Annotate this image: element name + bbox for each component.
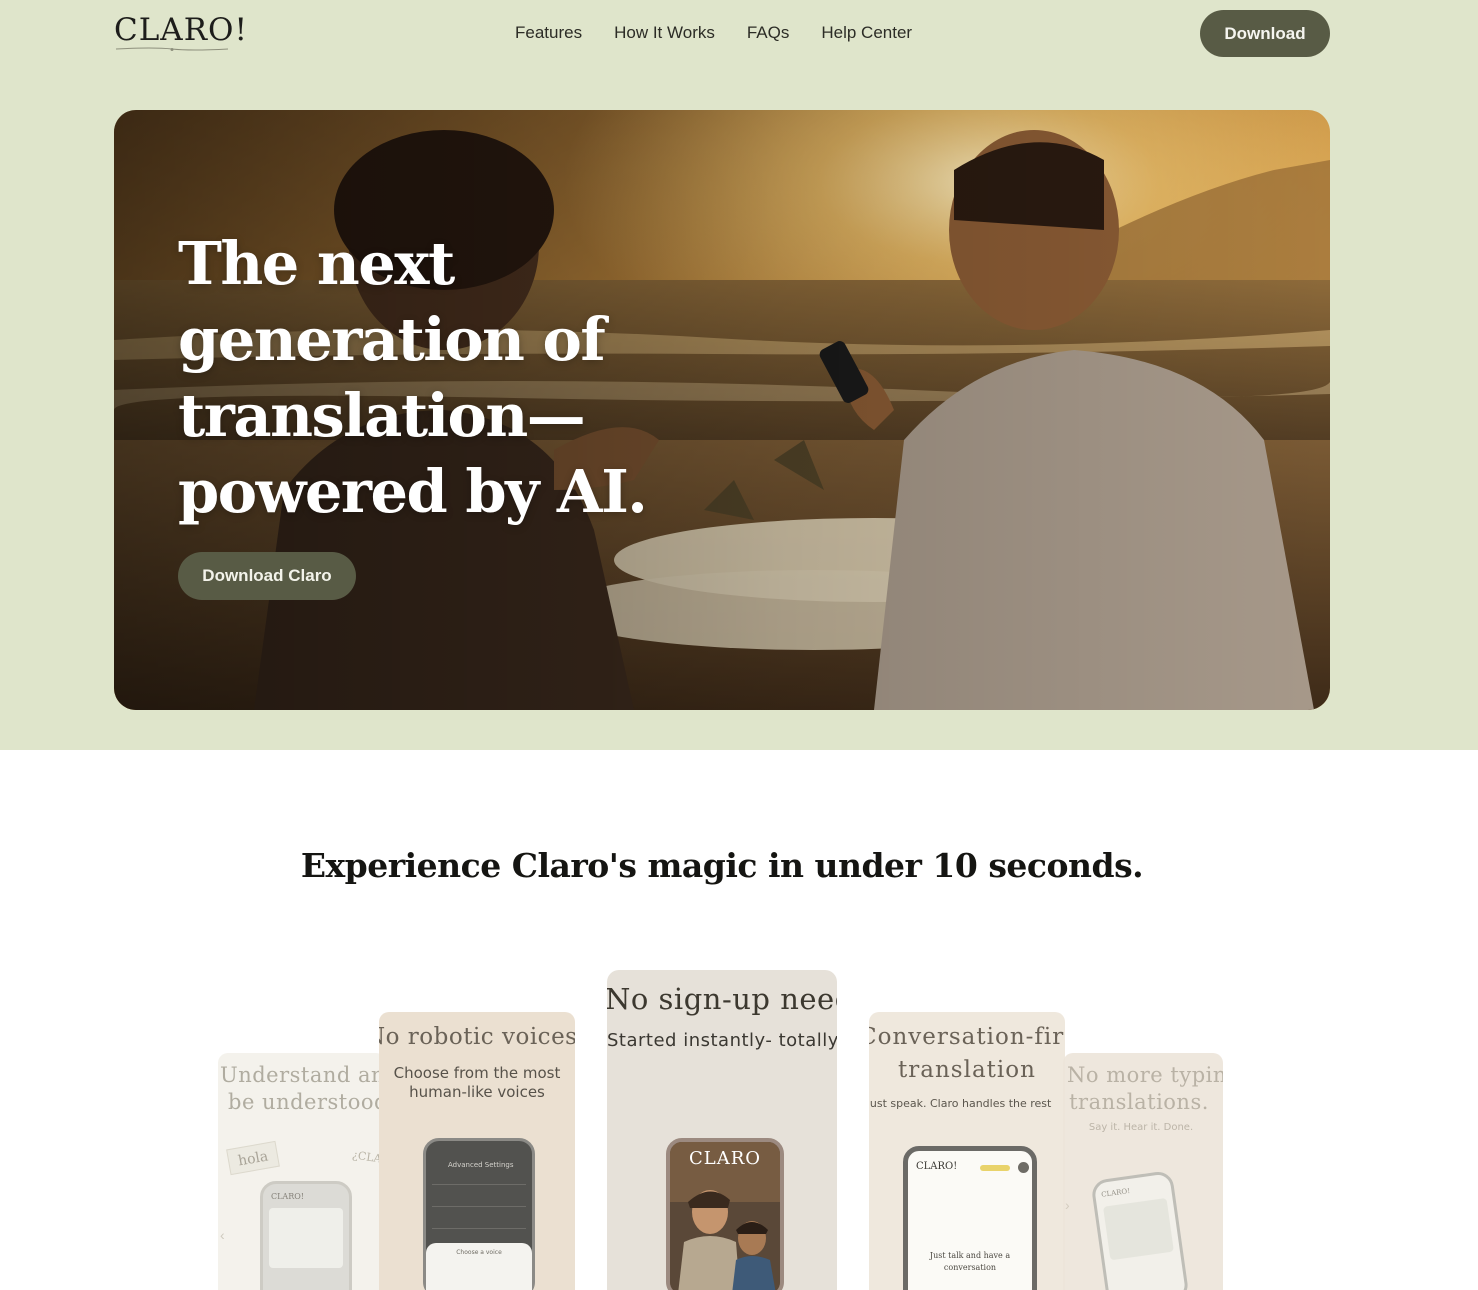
phone-mockup: CLARO: [666, 1138, 784, 1290]
phone-text: Just talk and have a: [929, 1251, 1011, 1260]
download-button[interactable]: Download: [1200, 10, 1330, 57]
card-subtitle-line2: human-like voices: [409, 1083, 545, 1101]
phone-logo: CLARO!: [916, 1161, 958, 1172]
logo-flourish: [115, 47, 229, 51]
nav-faqs[interactable]: FAQs: [747, 23, 790, 43]
feature-card-typing[interactable]: No more typing translations. Say it. Hea…: [1063, 1053, 1223, 1290]
phone-logo: CLARO: [688, 1148, 762, 1169]
chevron-left-icon[interactable]: ‹: [220, 1227, 225, 1243]
card-heading-line2: be understood: [228, 1090, 386, 1114]
phone-mockup: CLARO!: [1090, 1169, 1190, 1290]
card-heading-line2: translations.: [1069, 1090, 1209, 1114]
main-nav: Features How It Works FAQs Help Center: [515, 23, 912, 43]
card-heading: Understand and: [220, 1063, 386, 1087]
nav-features[interactable]: Features: [515, 23, 582, 43]
hero-title: The next generation of translation—power…: [178, 229, 648, 526]
phone-logo: CLARO!: [271, 1192, 305, 1201]
nav-how-it-works[interactable]: How It Works: [614, 23, 715, 43]
card-heading: Conversation-first: [869, 1024, 1065, 1050]
feature-card-voices[interactable]: No robotic voices Choose from the most h…: [379, 1012, 575, 1290]
phone-mockup: CLARO!: [260, 1181, 352, 1290]
nav-help-center[interactable]: Help Center: [821, 23, 912, 43]
chevron-right-icon[interactable]: ›: [1065, 1197, 1070, 1213]
card-subtitle: Just speak. Claro handles the rest: [869, 1097, 1052, 1110]
card-heading-line2: translation: [898, 1057, 1036, 1083]
card-heading: No sign-up needed: [607, 982, 837, 1016]
phone-text-line2: conversation: [943, 1263, 997, 1272]
phone-mockup: CLARO! Just talk and have a conversation: [903, 1146, 1037, 1290]
section-title: Experience Claro's magic in under 10 sec…: [300, 846, 1144, 885]
card-heading: No more typing: [1067, 1063, 1223, 1087]
card-subtitle: Choose from the most: [393, 1064, 561, 1082]
logo[interactable]: CLARO!: [114, 12, 248, 48]
card-subtitle: Started instantly- totally: [607, 1030, 837, 1051]
download-claro-button[interactable]: Download Claro: [178, 552, 356, 600]
card-subtitle: Say it. Hear it. Done.: [1088, 1122, 1194, 1133]
card-heading: No robotic voices: [379, 1024, 575, 1050]
voice-panel-label: Choose a voice: [456, 1249, 502, 1256]
word-tag: hola: [226, 1140, 280, 1176]
settings-title: Advanced Settings: [448, 1161, 514, 1169]
feature-card-conversation[interactable]: Conversation-first translation Just spea…: [869, 1012, 1065, 1290]
phone-logo: CLARO!: [1100, 1186, 1131, 1199]
feature-card-signup[interactable]: No sign-up needed Started instantly- tot…: [607, 970, 837, 1290]
avatar-icon: [1018, 1162, 1029, 1173]
feature-card-understand[interactable]: Understand and be understood hola ¿CLAR …: [218, 1053, 386, 1290]
phone-mockup: Advanced Settings Choose a voice: [423, 1138, 535, 1290]
hero-banner: The next generation of translation—power…: [114, 110, 1330, 710]
